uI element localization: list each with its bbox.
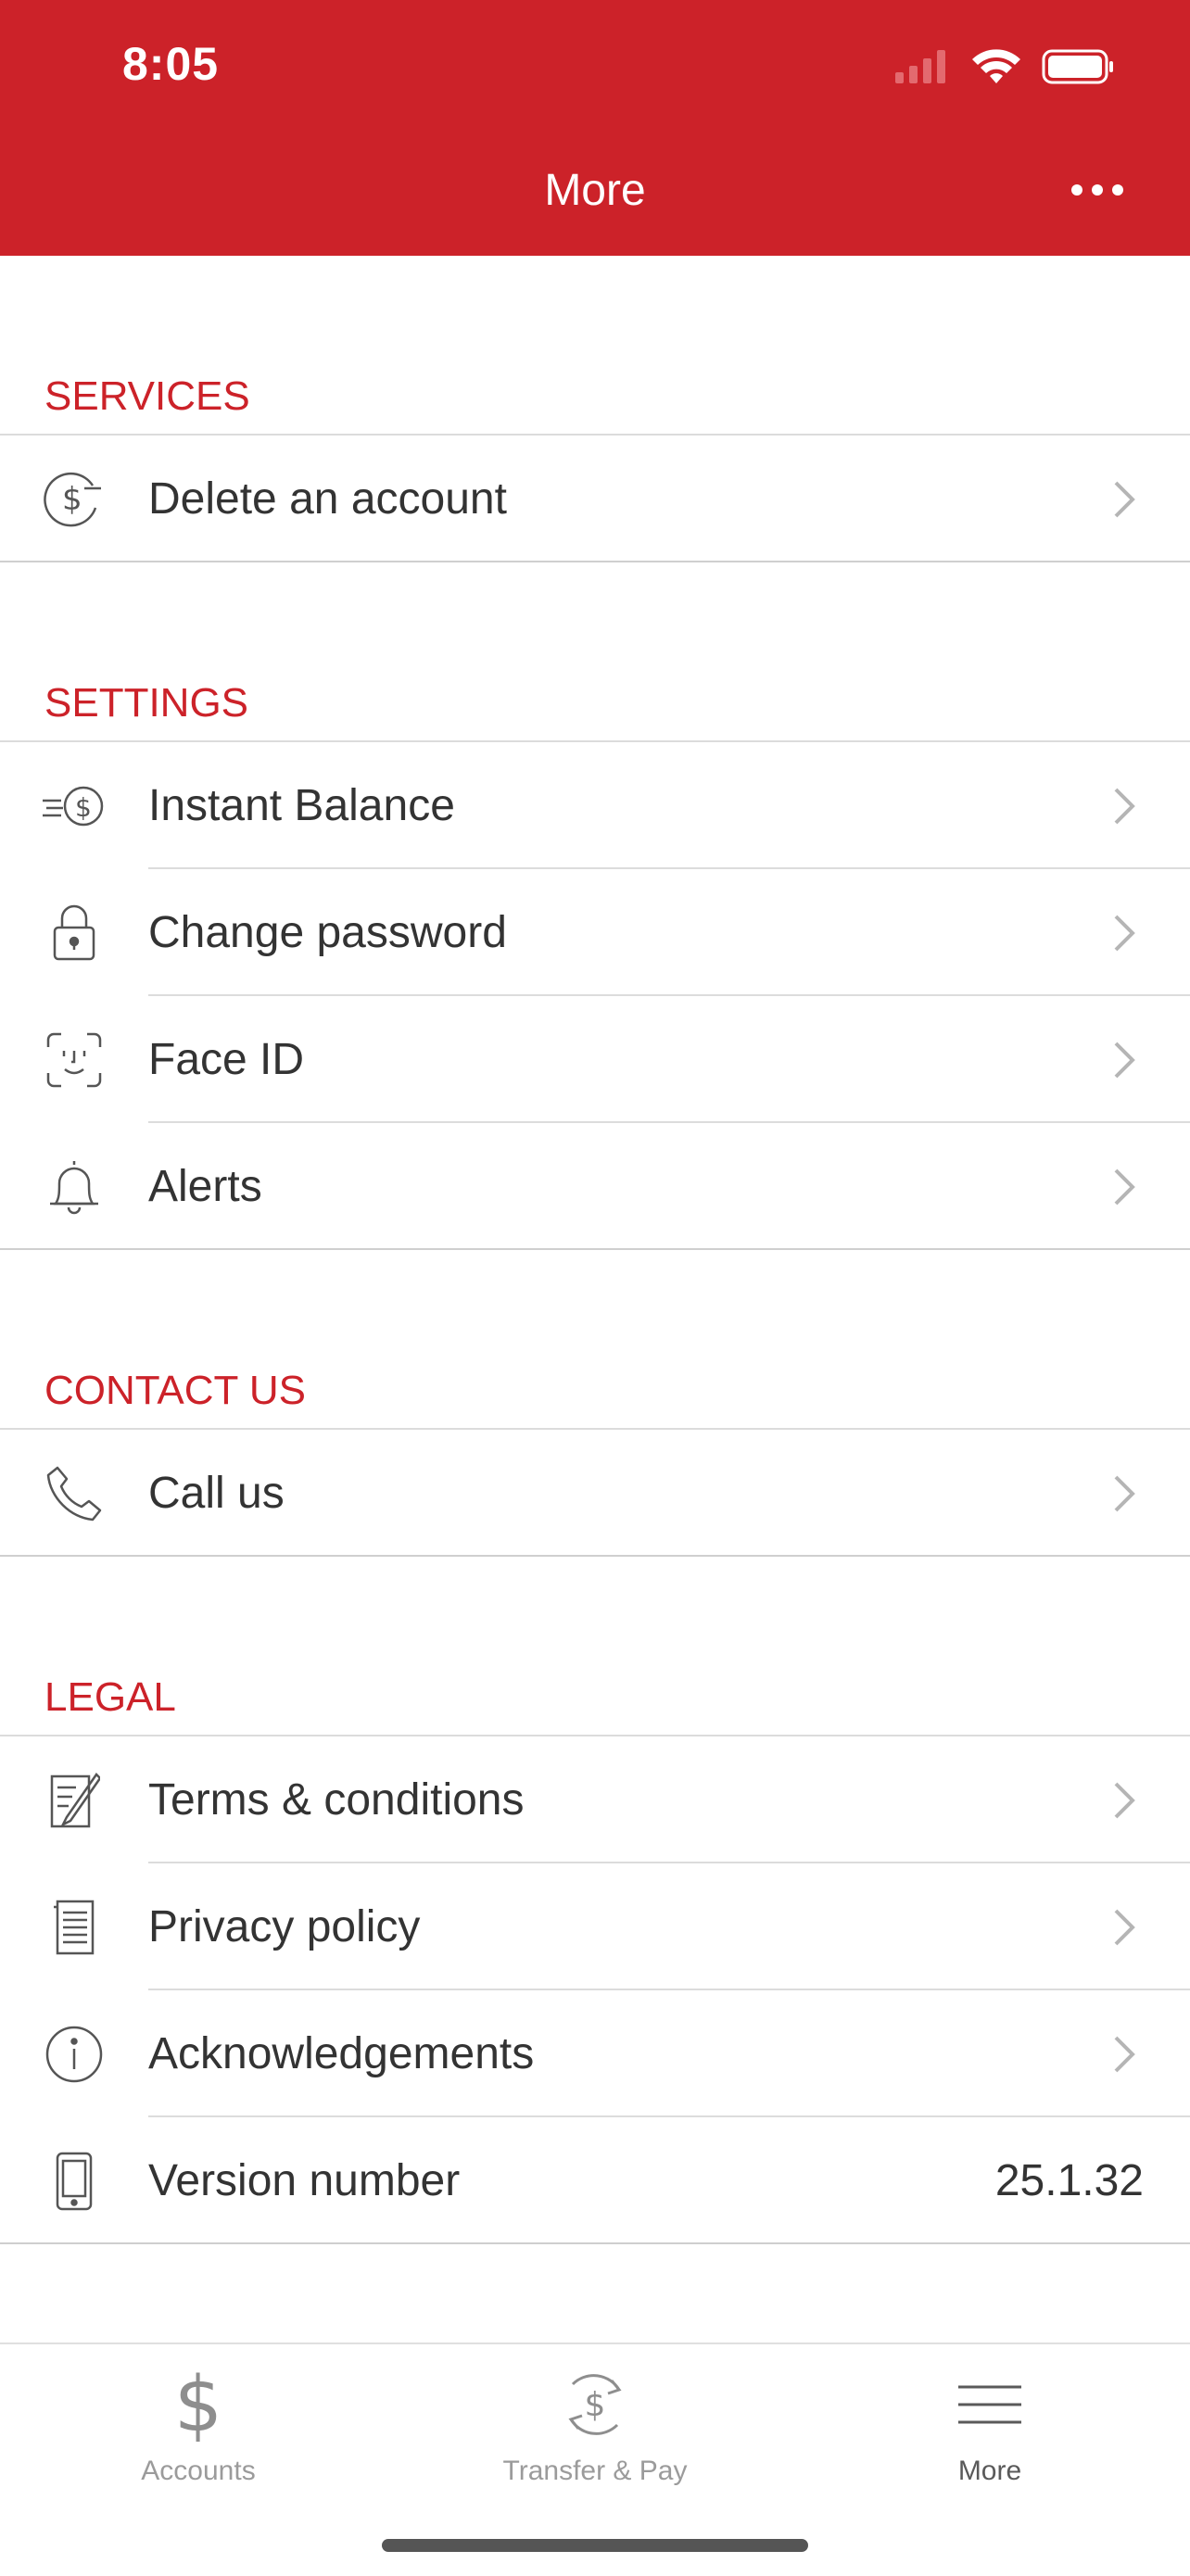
menu-item-delete-account[interactable]: $ Delete an account [0,436,1190,562]
menu-item-alerts[interactable]: Alerts [0,1123,1190,1250]
chevron-right-icon [1114,1042,1135,1078]
mobile-phone-icon [41,2148,108,2215]
menu-item-change-password[interactable]: Change password [0,869,1190,996]
chevron-right-icon [1114,481,1135,517]
chevron-right-icon [1114,915,1135,951]
wifi-icon [972,49,1020,83]
menu-item-instant-balance[interactable]: $ Instant Balance [0,742,1190,869]
cellular-signal-icon [895,50,945,83]
status-icons [895,46,1116,87]
section-title: LEGAL [0,1659,1190,1736]
menu-item-privacy-policy[interactable]: Privacy policy [0,1863,1190,1990]
menu-item-terms-conditions[interactable]: Terms & conditions [0,1736,1190,1863]
lock-icon [41,900,108,966]
menu-item-label: Delete an account [148,474,507,524]
phone-icon [41,1460,108,1527]
app-header: 8:05 More [0,0,1190,256]
transfer-dollar-icon: $ [456,2363,734,2446]
version-value: 25.1.32 [994,2156,1144,2205]
battery-icon [1042,49,1113,84]
face-id-icon [41,1027,108,1093]
tab-label: More [957,2456,1022,2486]
chevron-right-icon [1114,1782,1135,1818]
menu-item-label: Call us [148,1469,285,1518]
hamburger-menu-icon [851,2363,1129,2446]
menu-item-label: Terms & conditions [148,1775,525,1825]
more-menu: SERVICES $ Delete an account SETTINGS $ … [0,256,1190,2244]
svg-text:$: $ [75,792,92,823]
chevron-right-icon [1114,1909,1135,1945]
info-icon [41,2021,108,2088]
svg-text:$: $ [62,481,82,518]
document-pen-icon [41,1767,108,1834]
more-options-icon[interactable] [1060,167,1134,213]
menu-item-version-number: Version number 25.1.32 [0,2117,1190,2244]
dollar-minus-icon: $ [41,466,108,533]
page-title: More [544,166,646,215]
section-title: SETTINGS [0,664,1190,742]
menu-item-label: Instant Balance [148,781,455,830]
bell-icon [41,1154,108,1220]
document-lines-icon [41,1894,108,1961]
status-time: 8:05 [122,38,220,90]
section-settings: SETTINGS $ Instant Balance Change passwo… [0,664,1190,1250]
chevron-right-icon [1114,2036,1135,2072]
section-legal: LEGAL Terms & conditions Privacy policy … [0,1659,1190,2244]
menu-item-label: Version number [148,2156,461,2205]
menu-item-label: Change password [148,908,507,957]
menu-item-acknowledgements[interactable]: Acknowledgements [0,1990,1190,2117]
menu-item-face-id[interactable]: Face ID [0,996,1190,1123]
chevron-right-icon [1114,1168,1135,1205]
section-title: SERVICES [0,358,1190,436]
dollar-icon: $ [59,2363,337,2446]
menu-item-label: Face ID [148,1035,305,1084]
svg-text:$: $ [585,2386,606,2424]
menu-item-label: Acknowledgements [148,2029,535,2078]
home-indicator [382,2539,808,2552]
section-services: SERVICES $ Delete an account [0,358,1190,562]
menu-item-call-us[interactable]: Call us [0,1430,1190,1557]
tab-label: Transfer & Pay [502,2456,688,2486]
tab-more[interactable]: More [851,2363,1129,2511]
chevron-right-icon [1114,1475,1135,1511]
chevron-right-icon [1114,788,1135,824]
section-title: CONTACT US [0,1352,1190,1430]
svg-text:$: $ [174,2368,222,2442]
tab-transfer-pay[interactable]: $ Transfer & Pay [456,2363,734,2511]
tab-label: Accounts [141,2456,256,2486]
instant-balance-icon: $ [41,773,108,840]
menu-item-label: Alerts [148,1162,262,1211]
tab-accounts[interactable]: $ Accounts [59,2363,337,2511]
menu-item-label: Privacy policy [148,1902,421,1951]
section-contact-us: CONTACT US Call us [0,1352,1190,1557]
